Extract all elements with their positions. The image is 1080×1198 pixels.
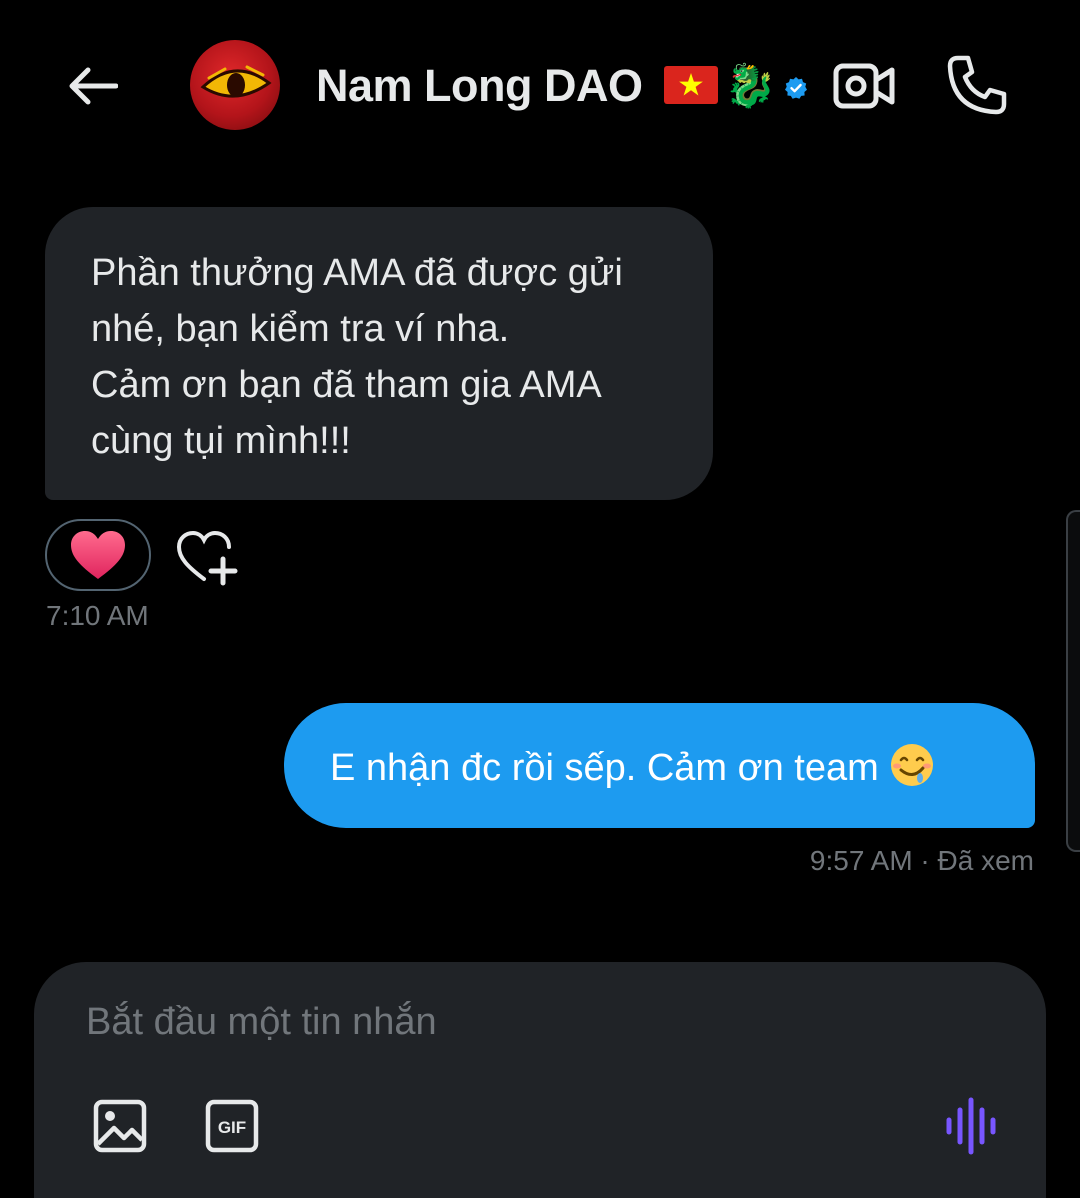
- dragon-icon: 🐉: [724, 62, 777, 109]
- heart-icon: [71, 531, 125, 579]
- drooling-face-emoji-icon: [890, 743, 933, 786]
- video-call-button[interactable]: [832, 58, 896, 114]
- heart-plus-icon: [176, 530, 238, 586]
- verified-badge-icon: [785, 77, 807, 99]
- voice-message-button[interactable]: [942, 1096, 1004, 1156]
- message-status: 9:57 AM · Đã xem: [809, 845, 1034, 876]
- gif-icon: GIF: [205, 1099, 259, 1153]
- scrollbar[interactable]: [1066, 510, 1080, 852]
- message-text: E nhận đc rồi sếp. Cảm ơn team: [330, 742, 935, 790]
- heart-reaction[interactable]: [45, 519, 151, 591]
- image-icon: [93, 1099, 147, 1153]
- message-bubble-outgoing[interactable]: E nhận đc rồi sếp. Cảm ơn team: [284, 703, 1035, 828]
- add-gif-button[interactable]: GIF: [204, 1098, 260, 1154]
- phone-icon: [947, 55, 1007, 115]
- voice-call-button[interactable]: [944, 52, 1010, 118]
- message-timestamp: 7:10 AM: [46, 600, 149, 631]
- avatar-eye-logo: [200, 65, 272, 98]
- avatar[interactable]: [190, 40, 280, 130]
- arrow-left-icon: [69, 67, 118, 105]
- message-text: Phần thưởng AMA đã được gửi nhé, bạn kiể…: [91, 252, 623, 462]
- dm-conversation-screen: Nam Long DAO 🐉 Phần thưởng AMA đã được g…: [0, 0, 1080, 1198]
- message-text-content: E nhận đc rồi sếp. Cảm ơn team: [330, 746, 879, 789]
- gif-label: GIF: [218, 1118, 246, 1137]
- conversation-header: Nam Long DAO 🐉: [0, 0, 1080, 170]
- voice-waveform-icon: [946, 1097, 996, 1155]
- contact-name[interactable]: Nam Long DAO: [316, 56, 643, 116]
- add-photo-button[interactable]: [92, 1098, 148, 1154]
- add-reaction-button[interactable]: [174, 527, 240, 587]
- message-bubble-incoming[interactable]: Phần thưởng AMA đã được gửi nhé, bạn kiể…: [45, 207, 713, 500]
- video-camera-icon: [833, 63, 895, 109]
- back-button[interactable]: [60, 58, 124, 114]
- message-input[interactable]: [86, 992, 966, 1052]
- vietnam-flag-icon: [664, 66, 718, 104]
- message-composer: GIF: [34, 962, 1046, 1198]
